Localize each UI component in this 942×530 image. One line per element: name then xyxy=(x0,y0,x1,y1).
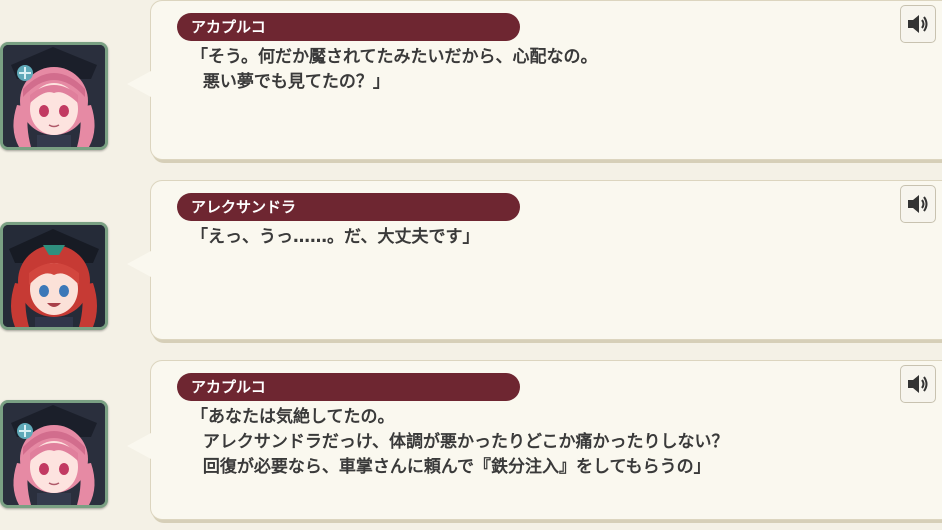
character-avatar-acapulco[interactable] xyxy=(0,400,108,508)
dialogue-box[interactable]: アレクサンドラ 「えっ、うっ……。だ、大丈夫です」 xyxy=(127,180,942,340)
dialogue-text: 「あなたは気絶してたの。 アレクサンドラだっけ、体調が悪かったりどこか痛かったり… xyxy=(191,405,891,480)
speech-tail xyxy=(127,71,151,97)
dialogue-line-2: 悪い夢でも見てたの？」 xyxy=(191,72,390,92)
dialogue-entry-1: アカプルコ 「そう。何だか魘されてたみたいだから、心配なの。 悪い夢でも見てたの… xyxy=(0,0,942,170)
voice-play-button[interactable] xyxy=(900,185,936,223)
acapulco-portrait-icon xyxy=(3,403,105,505)
dialogue-line-1: 「そう。何だか魘されてたみたいだから、心配なの。 xyxy=(191,47,598,67)
dialogue-text: 「えっ、うっ……。だ、大丈夫です」 xyxy=(191,225,891,250)
dialogue-line-2: アレクサンドラだっけ、体調が悪かったりどこか痛かったりしない？ xyxy=(191,432,729,452)
character-avatar-acapulco[interactable] xyxy=(0,42,108,150)
speech-tail xyxy=(127,251,151,277)
speaker-name: アカプルコ xyxy=(177,373,520,401)
dialogue-entry-3: アカプルコ 「あなたは気絶してたの。 アレクサンドラだっけ、体調が悪かったりどこ… xyxy=(0,360,942,530)
alexandra-portrait-icon xyxy=(3,225,105,327)
dialogue-box[interactable]: アカプルコ 「そう。何だか魘されてたみたいだから、心配なの。 悪い夢でも見てたの… xyxy=(127,0,942,160)
character-avatar-alexandra[interactable] xyxy=(0,222,108,330)
dialogue-line-1: 「えっ、うっ……。だ、大丈夫です」 xyxy=(191,227,480,247)
speaker-icon xyxy=(908,15,928,33)
speaker-icon xyxy=(908,195,928,213)
speaker-icon xyxy=(908,375,928,393)
dialogue-line-1: 「あなたは気絶してたの。 xyxy=(191,407,395,427)
dialogue-text: 「そう。何だか魘されてたみたいだから、心配なの。 悪い夢でも見てたの？」 xyxy=(191,45,891,95)
dialogue-line-3: 回復が必要なら、車掌さんに頼んで『鉄分注入』をしてもらうの」 xyxy=(191,457,711,477)
dialogue-entry-2: アレクサンドラ 「えっ、うっ……。だ、大丈夫です」 xyxy=(0,180,942,350)
dialogue-box[interactable]: アカプルコ 「あなたは気絶してたの。 アレクサンドラだっけ、体調が悪かったりどこ… xyxy=(127,360,942,520)
voice-play-button[interactable] xyxy=(900,365,936,403)
acapulco-portrait-icon xyxy=(3,45,105,147)
speech-tail xyxy=(127,433,151,459)
voice-play-button[interactable] xyxy=(900,5,936,43)
speaker-name: アカプルコ xyxy=(177,13,520,41)
speaker-name: アレクサンドラ xyxy=(177,193,520,221)
